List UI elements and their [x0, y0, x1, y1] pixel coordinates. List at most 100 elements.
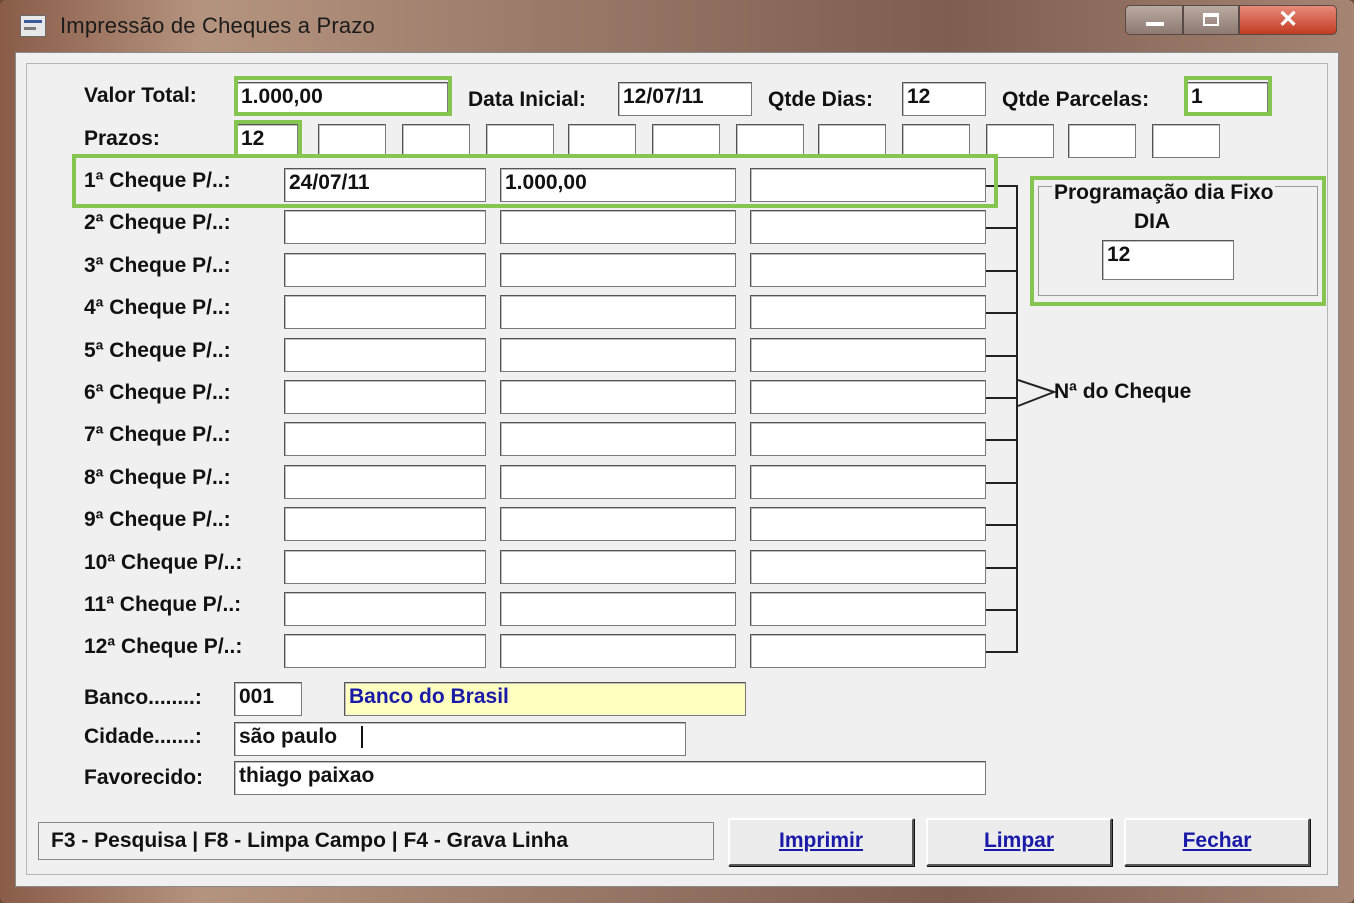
qtde-dias-label: Qtde Dias: [768, 88, 874, 111]
prazo-input-6[interactable] [652, 124, 720, 158]
bracket-tick-12 [986, 651, 1018, 653]
text-caret [361, 726, 363, 748]
programacao-dia-input[interactable]: 12 [1102, 240, 1234, 280]
bracket-tick-10 [986, 567, 1018, 569]
favorecido-input[interactable]: thiago paixao [234, 761, 986, 795]
cheque-amount-input-6[interactable] [500, 380, 736, 414]
imprimir-button[interactable]: Imprimir [728, 818, 914, 866]
fechar-button[interactable]: Fechar [1124, 818, 1310, 866]
app-icon [20, 15, 46, 37]
banco-code-input[interactable]: 001 [234, 682, 302, 716]
cheque-number-input-8[interactable] [750, 465, 986, 499]
prazos-label: Prazos: [84, 127, 160, 150]
qtde-parcelas-label: Qtde Parcelas: [1002, 88, 1150, 111]
qtde-dias-input[interactable]: 12 [902, 82, 986, 116]
cheque-amount-input-11[interactable] [500, 592, 736, 626]
cheque-amount-input-12[interactable] [500, 634, 736, 668]
prazo-input-1[interactable]: 12 [236, 124, 298, 158]
bracket-tick-2 [986, 227, 1018, 229]
cheque-amount-input-1[interactable]: 1.000,00 [500, 168, 736, 202]
prazo-input-8[interactable] [818, 124, 886, 158]
cheque-date-input-1[interactable]: 24/07/11 [284, 168, 486, 202]
cheque-number-input-9[interactable] [750, 507, 986, 541]
title-bar[interactable]: Impressão de Cheques a Prazo ✕ [0, 0, 1354, 52]
cheque-number-input-10[interactable] [750, 550, 986, 584]
cheque-date-input-12[interactable] [284, 634, 486, 668]
cheque-date-input-3[interactable] [284, 253, 486, 287]
shortcut-hints: F3 - Pesquisa | F8 - Limpa Campo | F4 - … [38, 822, 714, 860]
cheque-label-6: 6ª Cheque P/..: [84, 381, 231, 404]
prazo-input-2[interactable] [318, 124, 386, 158]
cheque-amount-input-2[interactable] [500, 210, 736, 244]
cheque-amount-input-5[interactable] [500, 338, 736, 372]
cheque-label-10: 10ª Cheque P/..: [84, 551, 243, 574]
bracket-tick-1 [986, 185, 1018, 187]
bracket-tick-7 [986, 439, 1018, 441]
maximize-button[interactable] [1183, 5, 1239, 35]
cheque-label-12: 12ª Cheque P/..: [84, 635, 243, 658]
cheque-number-input-6[interactable] [750, 380, 986, 414]
valor-total-input[interactable]: 1.000,00 [236, 82, 448, 114]
cheque-number-input-5[interactable] [750, 338, 986, 372]
cheque-amount-input-3[interactable] [500, 253, 736, 287]
cheque-date-input-4[interactable] [284, 295, 486, 329]
cheque-number-input-7[interactable] [750, 422, 986, 456]
minimize-button[interactable] [1125, 5, 1183, 35]
cidade-label: Cidade.......: [84, 725, 202, 748]
prazo-input-9[interactable] [902, 124, 970, 158]
bracket-tick-6 [986, 397, 1018, 399]
prazo-input-12[interactable] [1152, 124, 1220, 158]
valor-total-label: Valor Total: [84, 84, 197, 107]
banco-label: Banco........: [84, 686, 202, 709]
cheque-date-input-10[interactable] [284, 550, 486, 584]
cidade-input[interactable]: são paulo [234, 722, 686, 756]
programacao-title: Programação dia Fixo [1052, 181, 1276, 205]
window-title: Impressão de Cheques a Prazo [60, 13, 375, 38]
cheque-number-input-3[interactable] [750, 253, 986, 287]
cheque-date-input-11[interactable] [284, 592, 486, 626]
data-inicial-input[interactable]: 12/07/11 [618, 82, 752, 116]
close-icon: ✕ [1277, 6, 1299, 33]
bracket-tick-4 [986, 312, 1018, 314]
cheque-label-3: 3ª Cheque P/..: [84, 254, 231, 277]
cheque-number-input-12[interactable] [750, 634, 986, 668]
banco-name-field: Banco do Brasil [344, 682, 746, 716]
cheque-number-input-11[interactable] [750, 592, 986, 626]
cheque-date-input-2[interactable] [284, 210, 486, 244]
bracket-tick-8 [986, 482, 1018, 484]
bracket-spine [1016, 185, 1018, 653]
bracket-tick-9 [986, 524, 1018, 526]
cheque-date-input-9[interactable] [284, 507, 486, 541]
minimize-icon [1146, 22, 1164, 26]
cheque-amount-input-7[interactable] [500, 422, 736, 456]
cheque-amount-input-8[interactable] [500, 465, 736, 499]
cheque-amount-input-10[interactable] [500, 550, 736, 584]
prazo-input-3[interactable] [402, 124, 470, 158]
prazo-input-5[interactable] [568, 124, 636, 158]
programacao-dia-label: DIA [1134, 210, 1171, 233]
prazo-input-7[interactable] [736, 124, 804, 158]
cheque-amount-input-9[interactable] [500, 507, 736, 541]
limpar-button[interactable]: Limpar [926, 818, 1112, 866]
bracket-arrow [1017, 379, 1057, 407]
cheque-label-8: 8ª Cheque P/..: [84, 466, 231, 489]
cheque-date-input-6[interactable] [284, 380, 486, 414]
prazo-input-11[interactable] [1068, 124, 1136, 158]
numero-cheque-annotation: Nª do Cheque [1054, 380, 1192, 403]
cheque-number-input-4[interactable] [750, 295, 986, 329]
cheque-number-input-2[interactable] [750, 210, 986, 244]
prazo-input-10[interactable] [986, 124, 1054, 158]
close-button[interactable]: ✕ [1239, 5, 1337, 35]
bracket-tick-5 [986, 355, 1018, 357]
cheque-number-input-1[interactable] [750, 168, 986, 202]
cheque-label-11: 11ª Cheque P/..: [84, 593, 242, 616]
cheque-label-5: 5ª Cheque P/..: [84, 339, 231, 362]
cheque-amount-input-4[interactable] [500, 295, 736, 329]
cheque-date-input-7[interactable] [284, 422, 486, 456]
cheque-date-input-5[interactable] [284, 338, 486, 372]
cheque-date-input-8[interactable] [284, 465, 486, 499]
prazo-input-4[interactable] [486, 124, 554, 158]
qtde-parcelas-input[interactable]: 1 [1186, 82, 1268, 114]
data-inicial-label: Data Inicial: [468, 88, 586, 111]
cheque-label-9: 9ª Cheque P/..: [84, 508, 231, 531]
